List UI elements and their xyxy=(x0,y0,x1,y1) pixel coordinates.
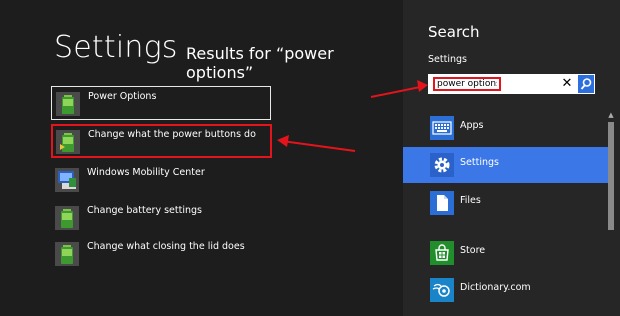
battery-icon xyxy=(55,242,79,266)
app-files[interactable]: Files xyxy=(403,185,610,221)
result-label: Windows Mobility Center xyxy=(87,167,205,178)
app-label: Dictionary.com xyxy=(460,282,531,293)
scrollbar[interactable]: ▲ xyxy=(606,110,616,316)
app-apps[interactable]: Apps xyxy=(403,110,610,146)
mobility-center-icon xyxy=(55,168,79,192)
search-icon xyxy=(580,78,592,90)
result-power-options[interactable]: Power Options xyxy=(51,86,271,120)
dictionary-icon xyxy=(430,278,454,302)
search-scope-label: Settings xyxy=(428,54,467,65)
result-label: Change battery settings xyxy=(87,205,202,216)
battery-icon xyxy=(55,206,79,230)
results-caption: Results for “power options” xyxy=(186,44,334,82)
app-store[interactable]: Store xyxy=(403,235,610,271)
app-label: Files xyxy=(460,195,481,206)
store-icon xyxy=(430,241,454,265)
result-label: Power Options xyxy=(88,91,157,102)
apps-icon xyxy=(430,116,454,140)
result-label: Change what the power buttons do xyxy=(88,129,256,140)
file-icon xyxy=(430,191,454,215)
search-box[interactable]: ✕ xyxy=(428,74,595,94)
search-input[interactable] xyxy=(433,77,501,91)
battery-icon xyxy=(56,92,80,116)
app-settings[interactable]: Settings xyxy=(403,147,610,183)
close-icon: ✕ xyxy=(561,76,573,91)
scroll-thumb[interactable] xyxy=(608,122,614,230)
search-pane-title: Search xyxy=(428,23,480,41)
result-label: Change what closing the lid does xyxy=(87,241,245,252)
app-label: Store xyxy=(460,245,486,256)
page-title: Settings xyxy=(54,30,178,65)
battery-icon xyxy=(56,130,80,154)
search-pane: Search Settings ✕ Apps xyxy=(403,0,620,316)
result-change-closing-lid[interactable]: Change what closing the lid does xyxy=(51,237,271,271)
clear-search-button[interactable]: ✕ xyxy=(559,75,575,93)
app-dictionary[interactable]: Dictionary.com xyxy=(403,272,610,308)
search-button[interactable] xyxy=(578,75,594,93)
result-change-battery-settings[interactable]: Change battery settings xyxy=(51,201,271,235)
scroll-up-arrow-icon[interactable]: ▲ xyxy=(606,110,616,120)
app-label: Settings xyxy=(460,157,499,168)
results-area: Settings Results for “power options” Pow… xyxy=(0,0,403,316)
result-change-power-buttons[interactable]: Change what the power buttons do xyxy=(51,124,272,158)
app-label: Apps xyxy=(460,120,484,131)
gear-icon xyxy=(430,153,454,177)
result-windows-mobility-center[interactable]: Windows Mobility Center xyxy=(51,163,271,197)
